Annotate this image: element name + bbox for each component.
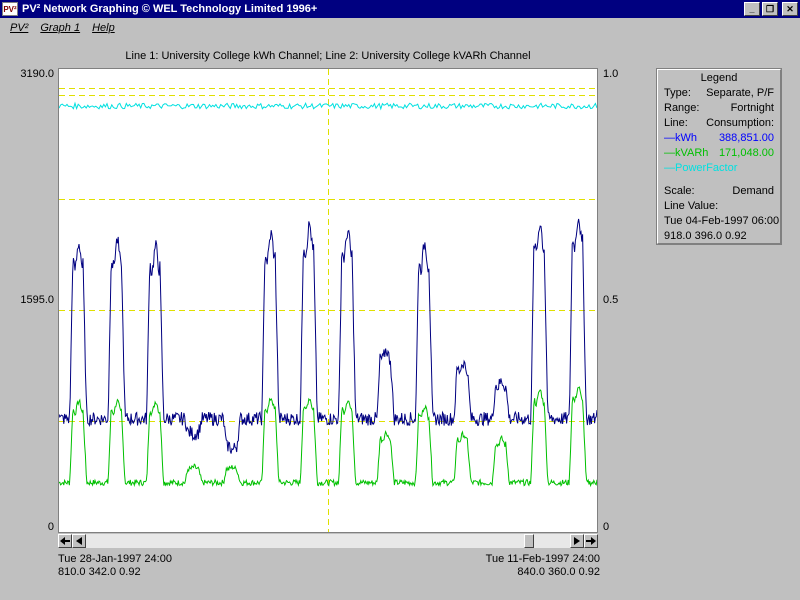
skip-right-icon	[586, 537, 596, 545]
legend-type-value: Separate, P/F	[706, 87, 774, 99]
scroll-last-button[interactable]	[584, 534, 598, 548]
legend-title: Legend	[700, 72, 738, 84]
y-right-min-label: 0	[603, 521, 610, 533]
menu-bar: PV² Graph 1 Help	[0, 18, 800, 38]
y-left-mid-label: 1595.0	[20, 294, 54, 306]
legend-cursor-date: Tue 04-Feb-1997 06:00	[664, 215, 780, 227]
legend-kvarh-value: 171,048.00	[718, 147, 774, 159]
menu-help[interactable]: Help	[86, 22, 121, 34]
legend-cursor-values: 918.0 396.0 0.92	[664, 230, 747, 242]
menu-pv2[interactable]: PV²	[4, 22, 34, 34]
horizontal-scrollbar[interactable]	[58, 534, 598, 548]
minimize-button[interactable]: _	[744, 2, 760, 16]
legend-range-label: Range:	[664, 102, 700, 114]
app-icon: PV²	[2, 2, 18, 16]
legend-kvarh-label: —kVARh	[664, 147, 709, 159]
scroll-first-button[interactable]	[58, 534, 72, 548]
chart-svg	[59, 69, 597, 532]
legend-scale-label: Scale:	[664, 185, 695, 197]
scroll-left-button[interactable]	[72, 534, 86, 548]
arrow-right-icon	[574, 537, 580, 545]
legend-kwh-value: 388,851.00	[718, 132, 774, 144]
range-end-date: Tue 11-Feb-1997 24:00	[485, 553, 600, 565]
menu-graph[interactable]: Graph 1	[34, 22, 86, 34]
legend-pf-label: —PowerFactor	[664, 162, 738, 174]
y-right-mid-label: 0.5	[603, 294, 619, 306]
window-title: PV² Network Graphing © WEL Technology Li…	[22, 3, 318, 15]
range-start-info: Tue 28-Jan-1997 24:00 810.0 342.0 0.92	[58, 553, 172, 579]
legend-kwh-label: —kWh	[664, 132, 697, 144]
range-end-info: Tue 11-Feb-1997 24:00 840.0 360.0 0.92	[486, 553, 600, 579]
chart-title: Line 1: University College kWh Channel; …	[125, 50, 531, 62]
skip-left-icon	[60, 537, 70, 545]
arrow-left-icon	[76, 537, 82, 545]
legend-line-label: Line:	[664, 117, 688, 129]
y-right-max-label: 1.0	[603, 68, 619, 80]
y-left-min-label: 0	[47, 521, 54, 533]
legend-scale-value: Demand	[732, 185, 774, 197]
legend-range-value: Fortnight	[730, 102, 774, 114]
legend-panel: Legend Type: Separate, P/F Range: Fortnigh…	[656, 68, 782, 245]
range-start-values: 810.0 342.0 0.92	[58, 566, 141, 578]
range-end-values: 840.0 360.0 0.92	[517, 566, 600, 578]
scroll-track[interactable]	[86, 534, 570, 548]
legend-line-value: Consumption:	[706, 117, 774, 129]
plot-area[interactable]	[58, 68, 598, 533]
y-left-max-label: 3190.0	[20, 68, 54, 80]
scroll-right-button[interactable]	[570, 534, 584, 548]
legend-line-value-label: Line Value:	[664, 200, 719, 212]
scroll-thumb[interactable]	[524, 534, 534, 548]
close-button[interactable]: ✕	[782, 2, 798, 16]
maximize-button[interactable]: ❐	[762, 2, 778, 16]
title-bar: PV² PV² Network Graphing © WEL Technolog…	[0, 0, 800, 18]
legend-type-label: Type:	[664, 87, 691, 99]
range-start-date: Tue 28-Jan-1997 24:00	[58, 553, 172, 565]
